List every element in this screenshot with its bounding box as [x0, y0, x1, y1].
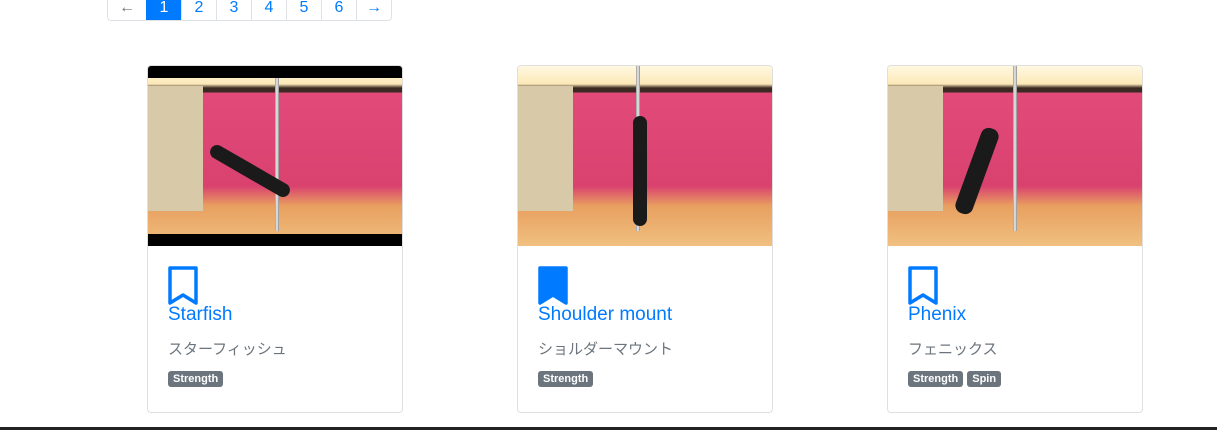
- next-page-button[interactable]: →: [356, 0, 391, 20]
- page-1-button[interactable]: 1: [146, 0, 181, 20]
- tag-badge: Strength: [168, 371, 224, 387]
- page-3-button[interactable]: 3: [216, 0, 251, 20]
- bookmark-filled-icon[interactable]: [538, 266, 568, 306]
- card-subtitle: ショルダーマウント: [538, 341, 674, 358]
- video-thumbnail[interactable]: [148, 66, 402, 246]
- bookmark-icon[interactable]: [908, 266, 938, 306]
- pagination: ← 1 2 3 4 5 6 →: [107, 0, 392, 21]
- tag-badge: Strength: [538, 371, 594, 387]
- video-thumbnail[interactable]: [518, 66, 772, 246]
- move-card[interactable]: Starfish スターフィッシュ Strength: [147, 65, 403, 413]
- move-card[interactable]: Phenix フェニックス Strength Spin: [887, 65, 1143, 413]
- page-4-button[interactable]: 4: [251, 0, 286, 20]
- page-6-button[interactable]: 6: [321, 0, 356, 20]
- page-2-button[interactable]: 2: [181, 0, 216, 20]
- card-title[interactable]: Shoulder mount: [538, 304, 752, 326]
- tag-badge: Strength: [908, 371, 964, 387]
- video-thumbnail[interactable]: [888, 66, 1142, 246]
- card-subtitle: フェニックス: [908, 341, 998, 358]
- page-5-button[interactable]: 5: [286, 0, 321, 20]
- tag-badge: Spin: [967, 371, 1002, 387]
- bookmark-icon[interactable]: [168, 266, 198, 306]
- card-subtitle: スターフィッシュ: [168, 341, 287, 358]
- prev-page-button[interactable]: ←: [108, 0, 146, 20]
- card-title[interactable]: Starfish: [168, 304, 382, 326]
- card-title[interactable]: Phenix: [908, 304, 1122, 326]
- move-card[interactable]: Shoulder mount ショルダーマウント Strength: [517, 65, 773, 413]
